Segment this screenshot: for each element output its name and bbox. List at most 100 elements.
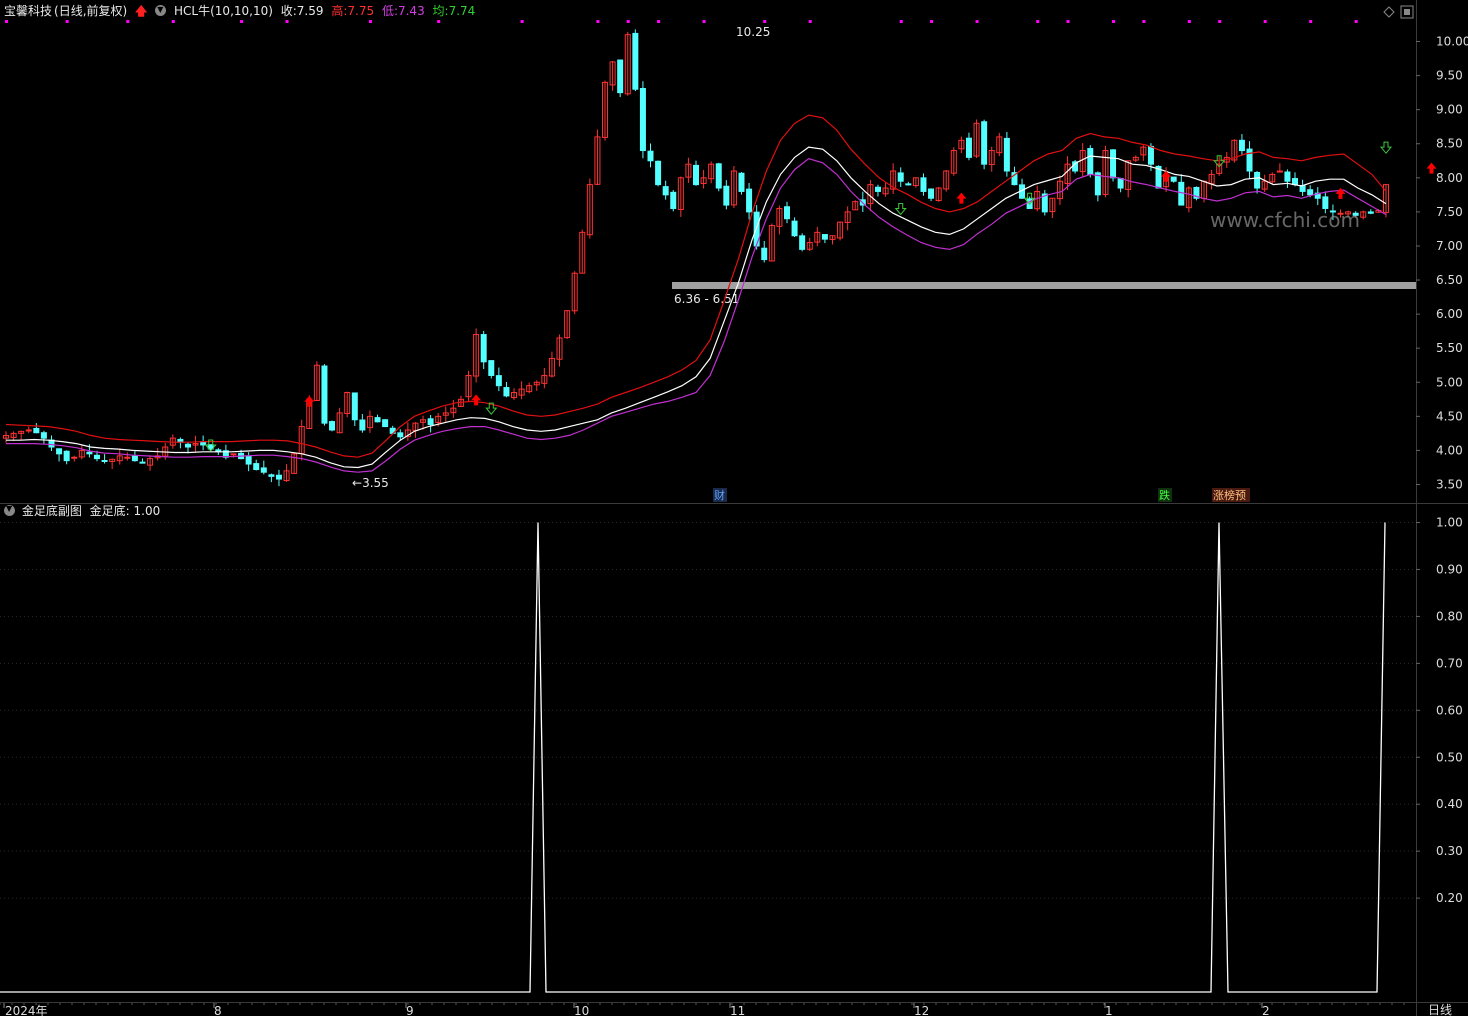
period-label[interactable]: 日线 (1428, 1003, 1452, 1016)
candle-body (245, 455, 252, 465)
candle-body (655, 160, 662, 186)
sell-arrow-icon (1379, 141, 1393, 154)
candle-body (1147, 145, 1154, 165)
signal-arrows (204, 141, 1437, 452)
peak-label: 10.25 (736, 25, 770, 39)
event-markers: 财 跌 涨榜预 (713, 488, 1250, 502)
price-tick-label: 6.00 (1436, 307, 1463, 321)
event-die[interactable]: 跌 (1159, 488, 1170, 502)
price-tick-label: 4.00 (1436, 443, 1463, 457)
candle-body (1110, 149, 1117, 179)
candle-body (101, 459, 108, 462)
sub-title[interactable]: 金足底副图 (22, 504, 82, 518)
candle-body (746, 188, 753, 213)
signal-dot (808, 20, 812, 23)
sub-axis: 0.20 0.30 0.40 0.50 0.60 0.70 0.80 0.90 1.00 (1416, 516, 1463, 905)
sell-arrow-icon (894, 202, 907, 216)
time-tick-label: 2024年 (5, 1004, 48, 1016)
candle-body (93, 454, 100, 460)
time-tick-label: 2 (1262, 1004, 1270, 1016)
buy-arrow-icon (1426, 162, 1437, 174)
sub-tick-label: 0.70 (1436, 656, 1463, 670)
window-icon[interactable] (1400, 5, 1414, 19)
signal-dot (126, 20, 130, 23)
candle-body (639, 88, 646, 152)
candle-body (905, 183, 912, 186)
time-tick-label: 1 (1105, 1004, 1113, 1016)
kline-chart[interactable]: 6.36 - 6.51 10.25 ←3.55 www.cfchi.com 3.… (0, 0, 1468, 1016)
signal-dot (171, 20, 175, 23)
candle-body (495, 375, 502, 387)
candle-body (1170, 176, 1177, 182)
gap-zone (672, 282, 1416, 289)
signal-dot (1263, 20, 1267, 23)
candle-body (329, 421, 336, 431)
candle-body (63, 450, 70, 462)
diamond-icon[interactable] (1383, 6, 1395, 18)
candle-body (1238, 139, 1245, 152)
price-tick-label: 9.00 (1436, 103, 1463, 117)
candle-body (693, 164, 699, 186)
sub-tick-label: 0.80 (1436, 609, 1463, 623)
event-zhang[interactable]: 涨榜预 (1213, 488, 1246, 502)
candle-body (253, 463, 260, 471)
signal-dot (702, 20, 706, 23)
candle-body (321, 365, 328, 424)
candle-body (33, 427, 40, 434)
candle-body (981, 121, 988, 165)
signal-dot (596, 20, 600, 23)
sub-tick-label: 0.60 (1436, 703, 1463, 717)
candle-body (260, 467, 267, 473)
time-tick-label: 11 (730, 1004, 745, 1016)
signal-dot (65, 20, 69, 23)
event-cai[interactable]: 财 (714, 488, 725, 502)
signal-dot (1187, 20, 1191, 23)
candle-body (480, 334, 487, 363)
candle-body (71, 456, 78, 459)
price-tick-label: 3.50 (1436, 478, 1463, 492)
candle-body (647, 150, 654, 162)
signal-dots (5, 20, 1358, 23)
candle-body (632, 32, 639, 90)
sub-tick-label: 0.50 (1436, 750, 1463, 764)
candle-body (783, 206, 790, 220)
candle-body (1292, 178, 1299, 186)
candle-body (382, 419, 389, 428)
sub-grid (0, 522, 1416, 899)
candle-body (184, 443, 191, 448)
signal-dot (1112, 20, 1116, 23)
candle-body (268, 474, 275, 477)
signal-dot (1036, 20, 1040, 23)
signal-dot (368, 20, 372, 23)
candle-body (56, 448, 63, 455)
candle-body (791, 220, 798, 237)
candle-body (821, 234, 828, 240)
sub-tick-label: 0.40 (1436, 797, 1463, 811)
watermark: www.cfchi.com (1210, 208, 1360, 232)
candle-body (40, 432, 47, 439)
sub-collapse-icon[interactable]: ▼ (4, 504, 15, 516)
candle-body (715, 163, 722, 189)
price-tick-label: 5.50 (1436, 341, 1463, 355)
buy-arrow-icon (471, 394, 482, 406)
signal-dot (657, 20, 661, 23)
candle-body (427, 418, 434, 426)
signal-dot (975, 20, 979, 23)
buy-arrow-icon (956, 192, 967, 204)
candle-body (275, 474, 282, 480)
candle-body (897, 172, 904, 182)
candle-body (86, 451, 93, 455)
signal-dot (1218, 20, 1222, 23)
candle-body (1307, 189, 1314, 196)
candle-body (1246, 148, 1253, 172)
signal-dot (763, 20, 767, 23)
signal-dot (1066, 20, 1070, 23)
candle-body (1254, 171, 1261, 189)
candle-body (503, 387, 510, 397)
candle-body (617, 59, 624, 94)
sub-chart-header: ▼ 金足底副图 金足底: 1.00 (0, 501, 160, 521)
candle-body (374, 417, 381, 423)
candle-body (1284, 171, 1291, 182)
candle-body (928, 188, 935, 199)
signal-dot (626, 20, 630, 23)
